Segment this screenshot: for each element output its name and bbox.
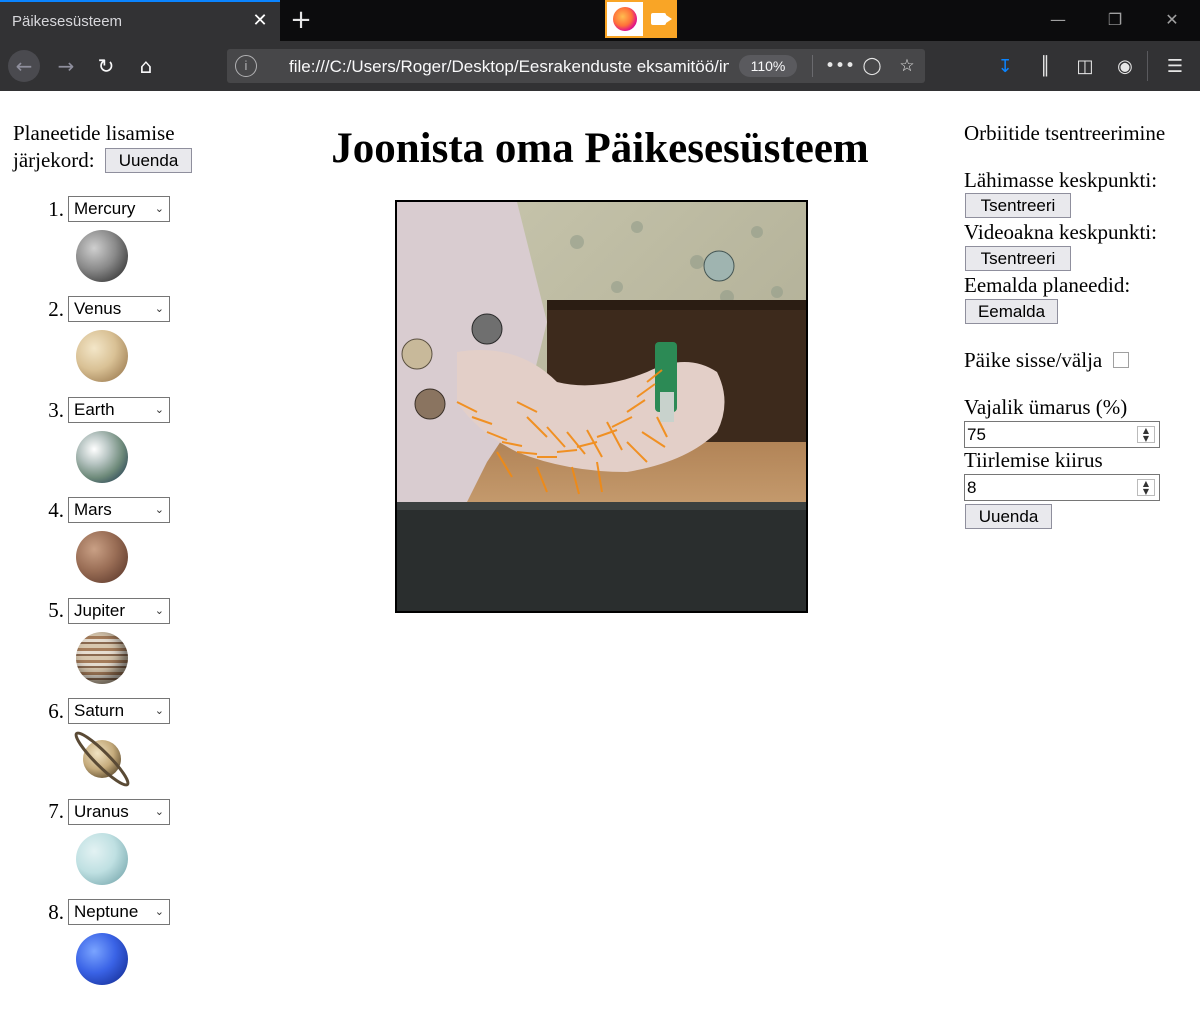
library-icon[interactable]: ║ (1032, 54, 1058, 80)
chevron-down-icon: ⌄ (154, 403, 164, 416)
planet-select-value: Saturn (74, 701, 125, 720)
reload-icon[interactable]: ↻ (90, 50, 122, 82)
planet-number: 6. (48, 699, 64, 723)
earth-image (76, 431, 128, 483)
planet-select-value: Venus (74, 299, 122, 318)
chevron-down-icon: ⌄ (154, 905, 164, 918)
planet-select-value: Mercury (74, 199, 136, 218)
url-divider (812, 55, 813, 77)
toolbar-divider (1147, 51, 1148, 81)
chevron-down-icon: ⌄ (154, 302, 164, 315)
download-icon[interactable]: ↧ (992, 54, 1018, 80)
planet-select-6[interactable]: Saturn ⌄ (68, 698, 170, 724)
chevron-down-icon: ⌄ (154, 604, 164, 617)
firefox-icon (607, 2, 643, 36)
center-video-button[interactable]: Tsentreeri (965, 246, 1071, 271)
window-close-icon[interactable]: ✕ (1157, 8, 1187, 32)
account-icon[interactable]: ◉ (1112, 54, 1138, 80)
roundness-value: 75 (967, 425, 986, 444)
center-nearest-button[interactable]: Tsentreeri (965, 193, 1071, 218)
browser-tab-bar: Päikesesüsteem ✕ + — ❐ ✕ (0, 0, 1200, 41)
home-icon[interactable]: ⌂ (130, 50, 162, 82)
planet-select-value: Jupiter (74, 601, 126, 620)
planet-number: 7. (48, 799, 64, 823)
chevron-down-icon: ⌄ (154, 503, 164, 516)
restore-icon[interactable]: ❐ (1100, 8, 1130, 32)
menu-icon[interactable]: ☰ (1162, 54, 1188, 80)
stepper-icon[interactable]: ▲ ▼ (1137, 426, 1155, 443)
info-icon[interactable]: i (235, 55, 257, 77)
sidebar-icon[interactable]: ◫ (1072, 54, 1098, 80)
roundness-label: Vajalik ümarus (%) (964, 395, 1128, 419)
planet-number: 2. (48, 297, 64, 321)
nearest-center-label: Lähimasse keskpunkti: (964, 168, 1158, 192)
remove-planets-label: Eemalda planeedid: (964, 273, 1131, 297)
planet-select-4[interactable]: Mars ⌄ (68, 497, 170, 523)
planet-number: 3. (48, 398, 64, 422)
jupiter-image (76, 632, 128, 684)
url-text[interactable]: file:///C:/Users/Roger/Desktop/Eesrakend… (289, 57, 729, 77)
mars-image (76, 531, 128, 583)
planet-select-value: Mars (74, 500, 112, 519)
neptune-image (76, 933, 128, 985)
planet-order-heading-line1: Planeetide lisamise (13, 121, 175, 145)
planet-number: 1. (48, 197, 64, 221)
uranus-image (76, 833, 128, 885)
settings-update-button[interactable]: Uuenda (965, 504, 1052, 529)
planet-select-value: Uranus (74, 802, 129, 821)
orbit-speed-value: 8 (967, 478, 977, 497)
video-canvas[interactable] (395, 200, 808, 613)
venus-image (76, 330, 128, 382)
chevron-down-icon: ⌄ (154, 202, 164, 215)
new-tab-button[interactable]: + (288, 6, 314, 34)
planet-number: 8. (48, 900, 64, 924)
roundness-input[interactable]: 75 ▲ ▼ (964, 421, 1160, 448)
camera-icon (651, 13, 672, 25)
zoom-level[interactable]: 110% (739, 55, 797, 77)
orbit-centering-heading: Orbiitide tsentreerimine (964, 121, 1166, 145)
webcam-view (397, 202, 806, 611)
forward-icon[interactable]: → (50, 50, 82, 82)
page-title: Joonista oma Päikesesüsteem (331, 125, 869, 172)
url-bar[interactable]: i file:///C:/Users/Roger/Desktop/Eesrake… (227, 49, 925, 83)
browser-tab[interactable]: Päikesesüsteem ✕ (0, 0, 280, 41)
remove-planets-button[interactable]: Eemalda (965, 299, 1058, 324)
page-content: Planeetide lisamise järjekord: Uuenda 1.… (0, 91, 1200, 1023)
planet-select-value: Earth (74, 400, 115, 419)
sun-toggle-checkbox[interactable] (1113, 352, 1129, 368)
planet-select-value: Neptune (74, 902, 139, 921)
planet-select-3[interactable]: Earth ⌄ (68, 397, 170, 423)
mercury-image (76, 230, 128, 282)
back-icon[interactable]: ← (8, 50, 40, 82)
browser-toolbar: ← → ↻ ⌂ i file:///C:/Users/Roger/Desktop… (0, 41, 1200, 91)
close-tab-icon[interactable]: ✕ (249, 10, 271, 32)
stepper-icon[interactable]: ▲ ▼ (1137, 479, 1155, 496)
orbit-speed-input[interactable]: 8 ▲ ▼ (964, 474, 1160, 501)
planet-select-5[interactable]: Jupiter ⌄ (68, 598, 170, 624)
planet-number: 4. (48, 498, 64, 522)
planet-number: 5. (48, 598, 64, 622)
saturn-image (74, 731, 130, 787)
video-center-label: Videoakna keskpunkti: (964, 220, 1157, 244)
chevron-down-icon: ⌄ (154, 704, 164, 717)
planet-select-2[interactable]: Venus ⌄ (68, 296, 170, 322)
chevron-down-icon: ⌄ (154, 805, 164, 818)
planet-select-8[interactable]: Neptune ⌄ (68, 899, 170, 925)
pocket-icon[interactable]: ◯ (860, 54, 884, 78)
planet-order-update-button[interactable]: Uuenda (105, 148, 192, 173)
tab-title: Päikesesüsteem (12, 13, 123, 30)
sharing-indicator[interactable] (605, 0, 677, 38)
planet-select-7[interactable]: Uranus ⌄ (68, 799, 170, 825)
planet-select-1[interactable]: Mercury ⌄ (68, 196, 170, 222)
star-icon[interactable]: ☆ (895, 54, 919, 78)
minimize-icon[interactable]: — (1043, 8, 1073, 32)
sun-toggle-label: Päike sisse/välja (964, 348, 1103, 372)
orbit-speed-label: Tiirlemise kiirus (964, 448, 1103, 472)
more-icon[interactable]: ••• (825, 54, 855, 78)
